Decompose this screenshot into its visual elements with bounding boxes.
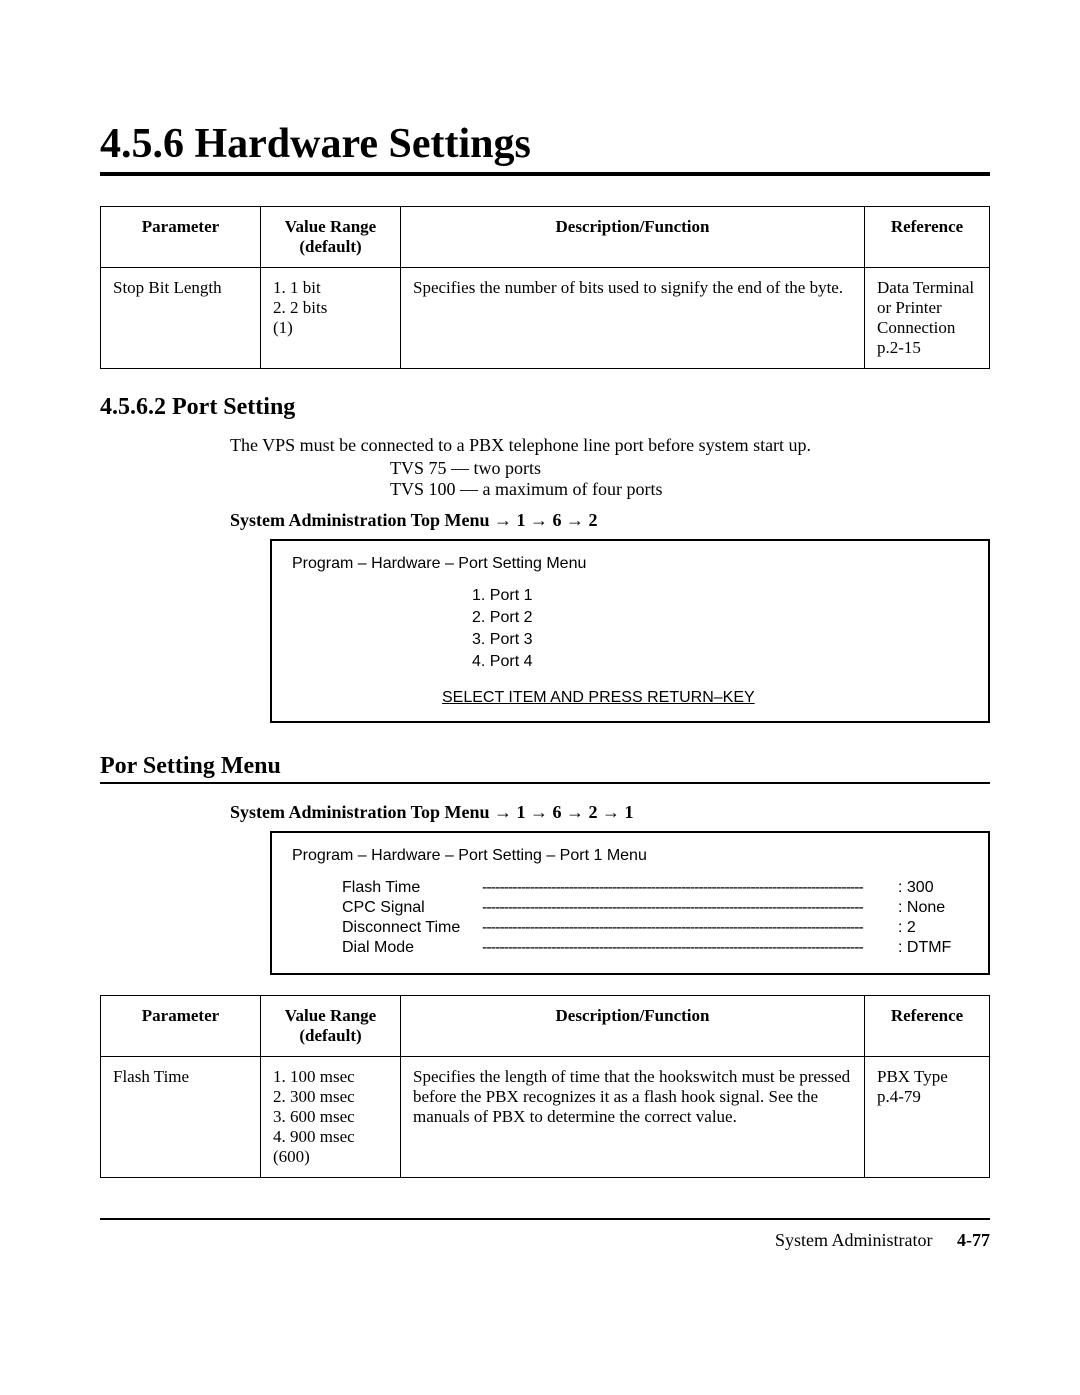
th-description: Description/Function [401, 207, 865, 268]
th-value-range: Value Range (default) [261, 996, 401, 1057]
th-reference: Reference [865, 207, 990, 268]
port-setting-intro: The VPS must be connected to a PBX telep… [230, 433, 990, 458]
setting-dashes: ----------------------------------------… [482, 879, 892, 897]
nav-path-2: System Administration Top Menu → 1 → 6 →… [230, 802, 990, 823]
tvs-75-line: TVS 75 — two ports [390, 458, 990, 479]
cell-value-range: 1. 100 msec 2. 300 msec 3. 600 msec 4. 9… [261, 1057, 401, 1178]
setting-row: Disconnect Time ------------------------… [342, 919, 968, 937]
th-param: Parameter [101, 207, 261, 268]
menu-title: Program – Hardware – Port Setting Menu [292, 555, 968, 573]
port-setting-menu-heading: Por Setting Menu [100, 753, 990, 784]
setting-dashes: ----------------------------------------… [482, 899, 892, 917]
page-footer: System Administrator 4-77 [100, 1218, 990, 1251]
port-setting-menu-box: Program – Hardware – Port Setting Menu 1… [270, 539, 990, 723]
footer-text: System Administrator [775, 1230, 933, 1250]
setting-label: Dial Mode [342, 939, 482, 957]
setting-row: Flash Time -----------------------------… [342, 879, 968, 897]
page-title: 4.5.6 Hardware Settings [100, 120, 990, 176]
setting-row: CPC Signal -----------------------------… [342, 899, 968, 917]
menu-item: 4. Port 4 [472, 653, 968, 671]
tvs-100-line: TVS 100 — a maximum of four ports [390, 479, 990, 500]
setting-value: : 2 [898, 919, 968, 937]
th-description: Description/Function [401, 996, 865, 1057]
setting-row: Dial Mode ------------------------------… [342, 939, 968, 957]
cell-description: Specifies the number of bits used to sig… [401, 268, 865, 369]
table-row: Stop Bit Length 1. 1 bit 2. 2 bits (1) S… [101, 268, 990, 369]
th-reference: Reference [865, 996, 990, 1057]
cell-reference: PBX Type p.4-79 [865, 1057, 990, 1178]
cell-reference: Data Terminal or Printer Connection p.2-… [865, 268, 990, 369]
setting-value: : 300 [898, 879, 968, 897]
cell-param: Flash Time [101, 1057, 261, 1178]
cell-param: Stop Bit Length [101, 268, 261, 369]
th-param: Parameter [101, 996, 261, 1057]
setting-value: : DTMF [898, 939, 968, 957]
footer-page-number: 4-77 [957, 1230, 990, 1250]
menu-select-prompt: SELECT ITEM AND PRESS RETURN–KEY [442, 689, 968, 707]
menu-item: 2. Port 2 [472, 609, 968, 627]
setting-value: : None [898, 899, 968, 917]
menu-item: 1. Port 1 [472, 587, 968, 605]
nav-path-1: System Administration Top Menu → 1 → 6 →… [230, 510, 990, 531]
cell-description: Specifies the length of time that the ho… [401, 1057, 865, 1178]
parameter-table-1: Parameter Value Range (default) Descript… [100, 206, 990, 369]
setting-dashes: ----------------------------------------… [482, 919, 892, 937]
setting-label: CPC Signal [342, 899, 482, 917]
parameter-table-2: Parameter Value Range (default) Descript… [100, 995, 990, 1178]
setting-label: Disconnect Time [342, 919, 482, 937]
menu-title: Program – Hardware – Port Setting – Port… [292, 847, 968, 865]
setting-dashes: ----------------------------------------… [482, 939, 892, 957]
port1-menu-box: Program – Hardware – Port Setting – Port… [270, 831, 990, 975]
setting-label: Flash Time [342, 879, 482, 897]
cell-value-range: 1. 1 bit 2. 2 bits (1) [261, 268, 401, 369]
table-row: Flash Time 1. 100 msec 2. 300 msec 3. 60… [101, 1057, 990, 1178]
subsection-heading: 4.5.6.2 Port Setting [100, 394, 990, 421]
th-value-range: Value Range (default) [261, 207, 401, 268]
menu-item: 3. Port 3 [472, 631, 968, 649]
